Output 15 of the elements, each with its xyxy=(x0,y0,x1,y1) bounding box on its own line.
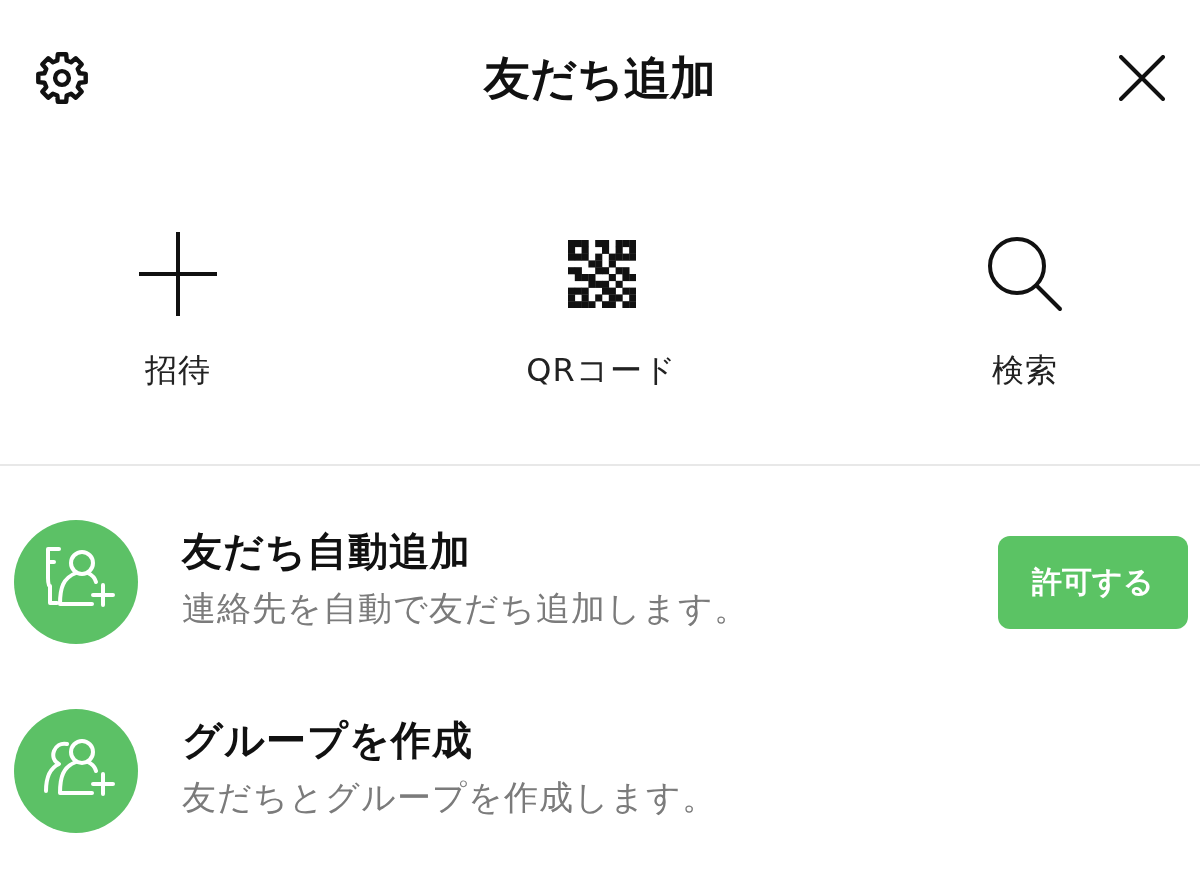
item-description: 友だちとグループを作成します。 xyxy=(182,776,717,819)
action-button[interactable]: 招待 xyxy=(78,232,278,390)
item-title[interactable]: 友だち自動追加 xyxy=(182,527,471,575)
close-icon[interactable] xyxy=(1119,55,1165,101)
contact-add-icon xyxy=(14,520,138,644)
group-add-icon xyxy=(14,709,138,833)
qr-code-icon xyxy=(567,240,636,308)
screen-title: 友だち追加 xyxy=(484,50,716,106)
action-button[interactable]: 検索 xyxy=(925,232,1125,390)
item-description: 連絡先を自動で友だち追加します。 xyxy=(182,587,749,630)
item-title[interactable]: グループを作成 xyxy=(182,716,473,764)
settings-icon[interactable] xyxy=(35,51,89,105)
action-button[interactable]: QRコード xyxy=(501,232,702,390)
search-icon xyxy=(987,236,1063,312)
plus-icon xyxy=(139,232,217,316)
